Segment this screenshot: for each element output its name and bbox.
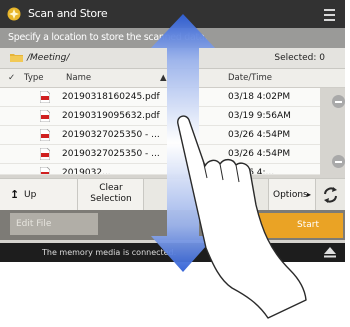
gesture-overlay bbox=[151, 14, 307, 319]
